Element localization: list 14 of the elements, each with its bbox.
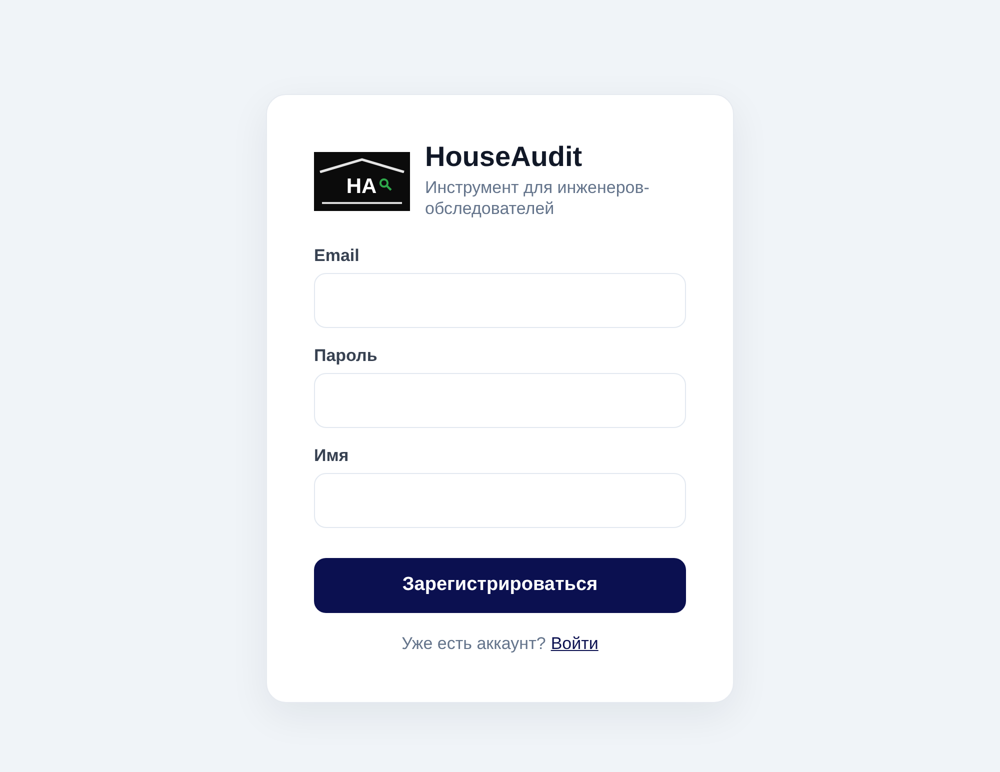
magnifier-icon (378, 178, 392, 191)
footer-text: Уже есть аккаунт? (402, 634, 546, 654)
field-label: Пароль (314, 346, 378, 366)
login-link[interactable]: Войти (550, 634, 598, 654)
field-label: Email (314, 246, 360, 266)
field-label: Имя (314, 446, 350, 466)
register-button[interactable]: Зарегистрироваться (314, 558, 686, 613)
app-title: HouseAudit (425, 143, 584, 171)
app-tagline: Инструмент для инженеров-обследователей (425, 177, 650, 219)
input-field[interactable] (314, 473, 686, 528)
roof-icon (319, 158, 405, 172)
logo-text: HA (346, 177, 377, 197)
input-field[interactable] (314, 373, 686, 428)
input-field[interactable] (314, 273, 686, 328)
